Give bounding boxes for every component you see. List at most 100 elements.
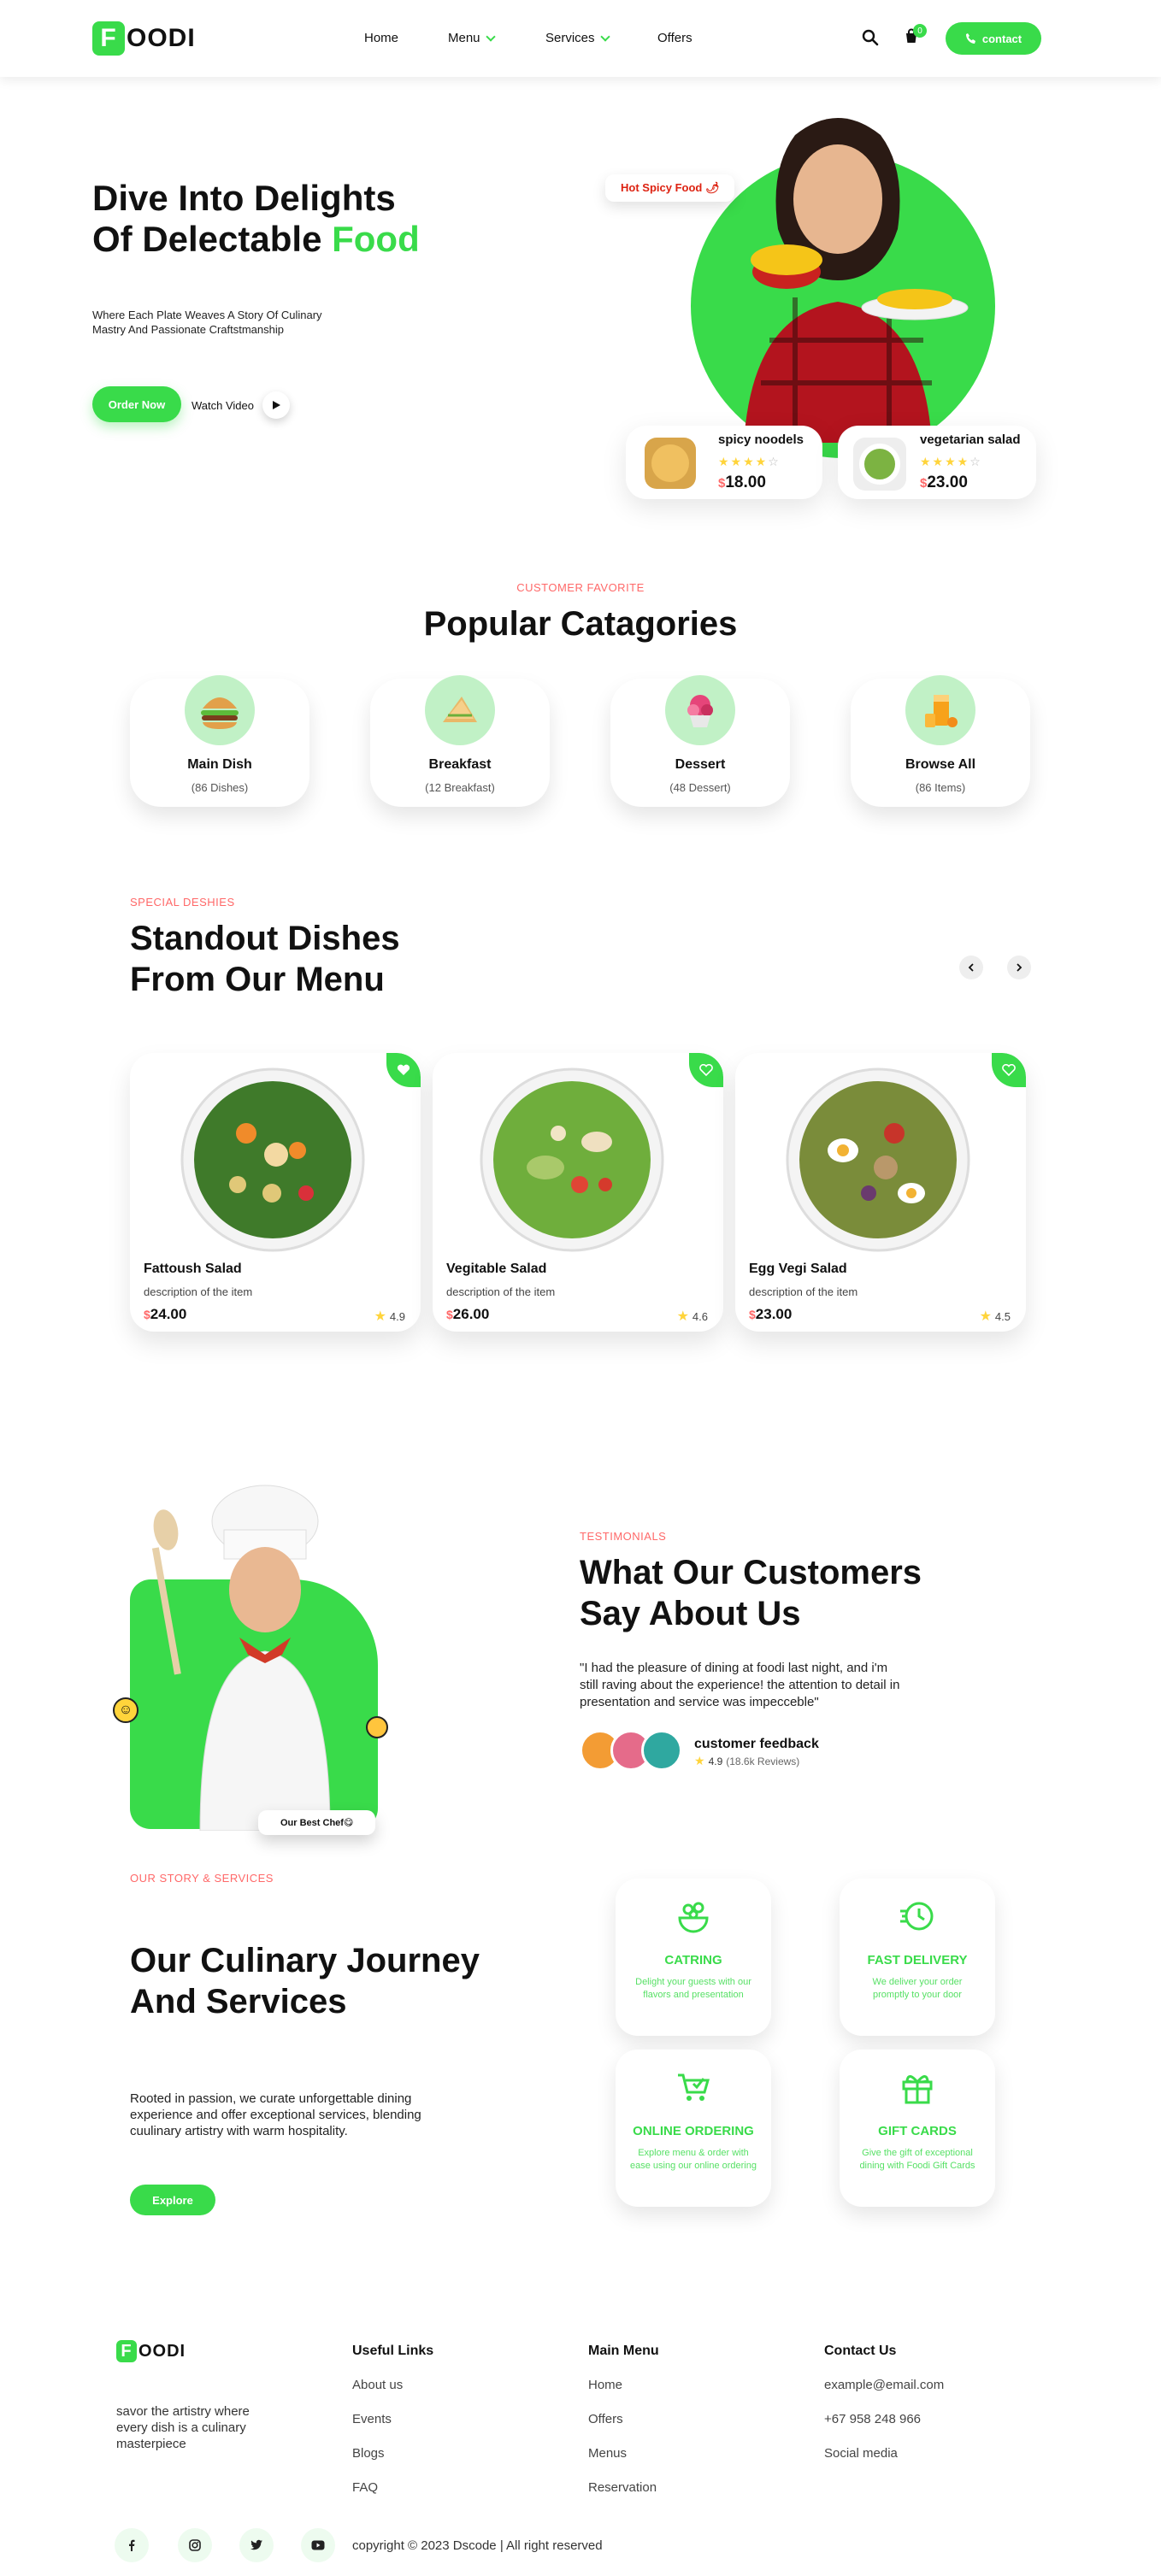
- footer-link[interactable]: Reservation: [588, 2480, 657, 2495]
- category-count: (86 Items): [915, 781, 966, 794]
- dish-rating-value: 4.6: [692, 1309, 708, 1323]
- avatar: [641, 1730, 682, 1771]
- service-card-fast-delivery[interactable]: Fast Delivery We deliver your order prom…: [840, 1879, 995, 2036]
- footer-logo[interactable]: F OODI: [116, 2340, 186, 2362]
- contact-button[interactable]: contact: [946, 22, 1041, 55]
- cart-icon: [616, 2068, 771, 2110]
- chevron-left-icon: [968, 963, 974, 972]
- logo-mark: F: [116, 2340, 137, 2362]
- cart-count-badge: 0: [913, 24, 927, 38]
- services-body: Rooted in passion, we curate unforgettab…: [130, 2091, 421, 2138]
- dish-rating: ★ 4.6: [677, 1308, 708, 1325]
- category-card-browse-all[interactable]: Browse All (86 Items): [851, 675, 1030, 807]
- footer-link[interactable]: Home: [588, 2378, 622, 2392]
- dish-card[interactable]: Vegitable Salad description of the item …: [433, 1053, 723, 1332]
- watch-video-label: Watch Video: [192, 398, 254, 412]
- nav-offers[interactable]: Offers: [657, 31, 692, 45]
- category-name: Dessert: [675, 757, 726, 772]
- section-title: Popular Catagories: [423, 605, 738, 643]
- category-card-dessert[interactable]: Dessert (48 Dessert): [610, 675, 790, 807]
- hero-dish-card[interactable]: spicy noodels ★★★★☆ $18.00: [626, 426, 822, 499]
- section-title-line1: Our Culinary Journey: [130, 1942, 480, 1979]
- footer-heading: Main Menu: [588, 2344, 659, 2358]
- service-card-catering[interactable]: Catring Delight your guests with our fla…: [616, 1879, 771, 2036]
- copyright: copyright © 2023 Dscode | All right rese…: [352, 2538, 603, 2553]
- carousel-prev-button[interactable]: [959, 956, 983, 979]
- service-title: Gift Cards: [878, 2124, 957, 2138]
- instagram-icon[interactable]: [178, 2528, 212, 2562]
- favorite-heart-icon[interactable]: [992, 1053, 1026, 1087]
- youtube-icon[interactable]: [301, 2528, 335, 2562]
- section-title-line2: Say About Us: [580, 1595, 801, 1632]
- favorite-heart-icon[interactable]: [689, 1053, 723, 1087]
- footer-link[interactable]: Events: [352, 2412, 392, 2426]
- dish-card-name: vegetarian salad: [920, 432, 1021, 447]
- section-title-line1: Standout Dishes: [130, 920, 400, 957]
- watch-video-link[interactable]: Watch Video: [192, 391, 290, 419]
- footer-phone[interactable]: +67 958 248 966: [824, 2412, 921, 2426]
- catering-icon: [616, 1897, 771, 1939]
- service-description: Delight your guests with our flavors and…: [635, 1977, 751, 2000]
- sandwich-icon: [425, 675, 495, 745]
- logo-text: OODI: [127, 24, 196, 52]
- service-description: Explore menu & order with ease using our…: [630, 2148, 757, 2171]
- hero-title: Dive Into Delights Of Delectable Food: [92, 178, 420, 260]
- nav-services[interactable]: Services: [545, 31, 610, 45]
- service-title: Online Ordering: [633, 2124, 754, 2138]
- carousel-next-button[interactable]: [1007, 956, 1031, 979]
- dish-price-value: 23.00: [755, 1306, 793, 1322]
- footer-tagline: savor the artistry where every dish is a…: [116, 2404, 250, 2451]
- service-card-gift-cards[interactable]: Gift Cards Give the gift of exceptional …: [840, 2050, 995, 2207]
- footer-link[interactable]: About us: [352, 2378, 403, 2392]
- service-description: Give the gift of exceptional dining with…: [859, 2148, 975, 2171]
- currency-symbol: $: [446, 1308, 453, 1321]
- footer-link[interactable]: FAQ: [352, 2480, 378, 2495]
- dish-card[interactable]: Fattoush Salad description of the item $…: [130, 1053, 421, 1332]
- chef-badge: Our Best Chef😋: [258, 1810, 376, 1835]
- footer-link[interactable]: Blogs: [352, 2446, 385, 2461]
- favorite-heart-icon[interactable]: [386, 1053, 421, 1087]
- footer-email[interactable]: example@email.com: [824, 2378, 944, 2392]
- dish-card[interactable]: Egg Vegi Salad description of the item $…: [735, 1053, 1026, 1332]
- nav-home[interactable]: Home: [364, 31, 398, 45]
- category-count: (12 Breakfast): [425, 781, 495, 794]
- pizza-emoji-icon: [366, 1716, 388, 1738]
- dish-card-price-value: 18.00: [725, 473, 766, 491]
- hero-subtitle: Where Each Plate Weaves A Story Of Culin…: [92, 309, 322, 336]
- currency-symbol: $: [144, 1308, 150, 1321]
- feedback-rating-value: 4.9: [708, 1755, 723, 1767]
- currency-symbol: $: [749, 1308, 756, 1321]
- play-icon: [262, 391, 290, 419]
- footer-link[interactable]: Offers: [588, 2412, 623, 2426]
- logo[interactable]: F OODI: [92, 21, 196, 56]
- footer-link[interactable]: Menus: [588, 2446, 627, 2461]
- twitter-icon[interactable]: [239, 2528, 274, 2562]
- search-icon[interactable]: [862, 29, 879, 50]
- order-now-button[interactable]: Order Now: [92, 386, 181, 422]
- service-card-online-ordering[interactable]: Online Ordering Explore menu & order wit…: [616, 2050, 771, 2207]
- category-card-main-dish[interactable]: Main Dish (86 Dishes): [130, 675, 309, 807]
- chef-image: [151, 1485, 331, 1831]
- feedback-rating: ★ 4.9 (18.6k Reviews): [694, 1754, 799, 1768]
- dish-name: Fattoush Salad: [144, 1262, 242, 1276]
- dish-thumbnail: [645, 438, 696, 489]
- section-title: Standout Dishes From Our Menu: [130, 918, 400, 1000]
- facebook-icon[interactable]: [115, 2528, 149, 2562]
- hero-dish-card[interactable]: vegetarian salad ★★★★☆ $23.00: [838, 426, 1036, 499]
- drink-icon: [905, 675, 975, 745]
- nav-menu[interactable]: Menu: [448, 31, 496, 45]
- navbar: F OODI Home Menu Services Offers 0 conta…: [0, 0, 1161, 77]
- chevron-right-icon: [1017, 963, 1023, 972]
- footer-social[interactable]: Social media: [824, 2446, 898, 2461]
- dish-rating: ★ 4.5: [980, 1308, 1011, 1325]
- service-description: We deliver your order promptly to your d…: [872, 1977, 963, 2000]
- explore-button[interactable]: Explore: [130, 2185, 215, 2215]
- star-icon: ★: [374, 1309, 386, 1324]
- dish-thumbnail: [853, 438, 906, 491]
- section-tag: Our Story & Services: [130, 1872, 274, 1885]
- logo-text: OODI: [138, 2341, 186, 2361]
- category-card-breakfast[interactable]: Breakfast (12 Breakfast): [370, 675, 550, 807]
- footer-heading: Contact Us: [824, 2344, 897, 2358]
- hero-title-accent: Food: [332, 219, 420, 259]
- dish-card-name: spicy noodels: [718, 432, 804, 447]
